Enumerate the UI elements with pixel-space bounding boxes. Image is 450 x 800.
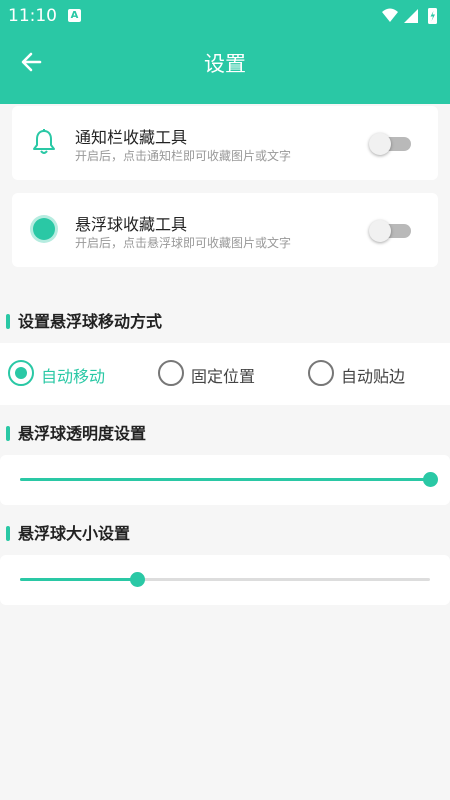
- size-slider-fill: [20, 578, 137, 581]
- float-ball-tool-card: 悬浮球收藏工具 开启后，点击悬浮球即可收藏图片或文字: [12, 193, 438, 267]
- radio-fixed-position-label: 固定位置: [191, 367, 256, 386]
- float-ball-tool-title: 悬浮球收藏工具: [75, 215, 188, 234]
- status-bar: 11:10 A: [0, 0, 450, 32]
- status-time: 11:10: [8, 6, 57, 26]
- size-slider-card: [0, 555, 450, 605]
- size-section-title: 悬浮球大小设置: [18, 524, 131, 543]
- notification-tool-subtitle: 开启后，点击通知栏即可收藏图片或文字: [75, 149, 292, 163]
- bell-icon: [33, 129, 55, 154]
- size-section-heading: 悬浮球大小设置: [6, 520, 130, 544]
- radio-unchecked-icon: [158, 360, 184, 386]
- radio-auto-move-label: 自动移动: [41, 367, 106, 386]
- signal-icon: [404, 9, 418, 23]
- opacity-slider-card: [0, 455, 450, 505]
- radio-auto-snap-edge-label: 自动贴边: [341, 367, 406, 386]
- size-slider[interactable]: [20, 572, 430, 587]
- float-ball-tool-toggle[interactable]: [369, 220, 413, 242]
- float-ball-tool-subtitle: 开启后，点击悬浮球即可收藏图片或文字: [75, 236, 292, 250]
- wifi-icon: [382, 8, 398, 22]
- opacity-section-heading: 悬浮球透明度设置: [6, 420, 146, 444]
- move-mode-section-heading: 设置悬浮球移动方式: [6, 308, 162, 332]
- move-mode-options: 自动移动 固定位置 自动贴边: [0, 343, 450, 405]
- radio-unchecked-icon: [308, 360, 334, 386]
- opacity-section-title: 悬浮球透明度设置: [18, 424, 147, 443]
- app-bar: 11:10 A 设置: [0, 0, 450, 104]
- radio-checked-icon: [8, 360, 34, 386]
- system-status-icons: [382, 8, 437, 24]
- notification-tool-card: 通知栏收藏工具 开启后，点击通知栏即可收藏图片或文字: [12, 106, 438, 180]
- opacity-slider-fill: [20, 478, 430, 481]
- move-mode-section-title: 设置悬浮球移动方式: [18, 312, 163, 331]
- opacity-slider-thumb[interactable]: [423, 472, 438, 487]
- notification-tool-toggle[interactable]: [369, 133, 413, 155]
- accessibility-notification-icon: A: [68, 9, 81, 22]
- page-title: 设置: [204, 52, 246, 76]
- float-ball-icon: [30, 215, 58, 243]
- size-slider-thumb[interactable]: [129, 572, 145, 587]
- opacity-slider[interactable]: [20, 472, 438, 487]
- notification-tool-title: 通知栏收藏工具: [75, 128, 188, 147]
